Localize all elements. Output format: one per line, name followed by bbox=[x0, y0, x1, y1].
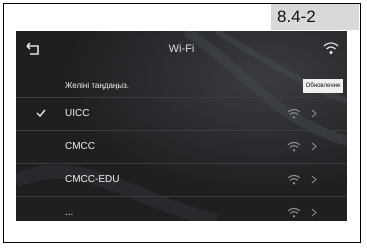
wifi-signal-icon bbox=[287, 108, 301, 119]
chevron-right-icon bbox=[311, 175, 317, 184]
refresh-button[interactable]: Обновление bbox=[303, 79, 343, 93]
network-list: UICC CMCC CMCC-EDU ... bbox=[16, 97, 347, 221]
subheader: Желіні таңдаңыз. Обновление bbox=[16, 73, 347, 93]
network-ssid: UICC bbox=[65, 108, 90, 119]
network-ssid: ... bbox=[65, 207, 74, 218]
network-row-uicc[interactable]: UICC bbox=[16, 97, 347, 130]
header-bar: Wi-Fi bbox=[16, 31, 347, 73]
choose-network-label: Желіні таңдаңыз. bbox=[65, 81, 129, 90]
chevron-right-icon bbox=[311, 109, 317, 118]
wifi-signal-icon bbox=[287, 207, 301, 218]
wifi-screen: Wi-Fi Желіні таңдаңыз. Обновление UICC C… bbox=[16, 31, 347, 221]
network-ssid: CMCC-EDU bbox=[65, 174, 120, 185]
wifi-signal-icon bbox=[287, 174, 301, 185]
network-row-cmcc-edu[interactable]: CMCC-EDU bbox=[16, 163, 347, 196]
page-title: Wi-Fi bbox=[168, 43, 195, 55]
chevron-right-icon bbox=[311, 208, 317, 217]
network-row-more[interactable]: ... bbox=[16, 196, 347, 221]
wifi-signal-icon bbox=[287, 141, 301, 152]
chevron-right-icon bbox=[311, 142, 317, 151]
check-icon bbox=[36, 109, 46, 117]
network-ssid: CMCC bbox=[65, 141, 95, 152]
network-row-cmcc[interactable]: CMCC bbox=[16, 130, 347, 163]
figure-tag: 8.4-2 bbox=[271, 4, 359, 30]
wifi-icon bbox=[323, 42, 339, 54]
